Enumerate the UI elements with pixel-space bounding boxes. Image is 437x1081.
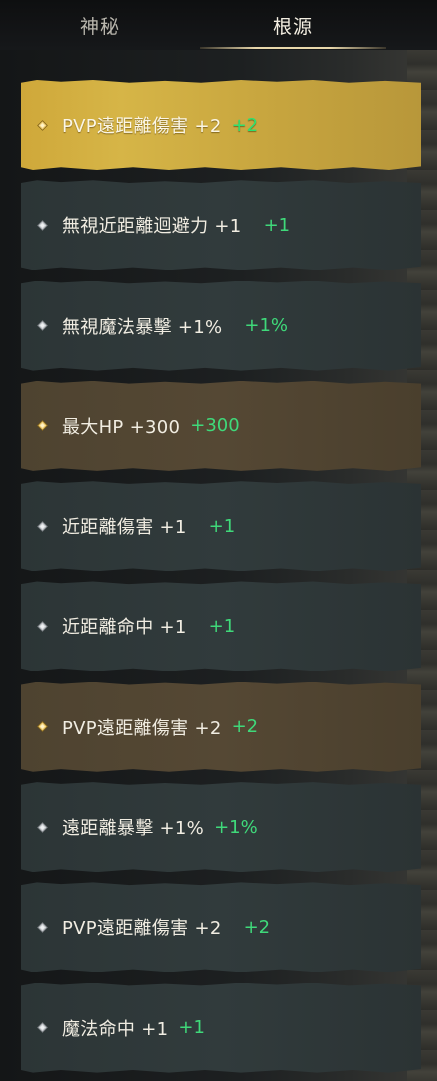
tab-origin[interactable]: 根源 [200,0,386,50]
stat-row[interactable]: PVP遠距離傷害 +2 +2 [21,882,421,973]
diamond-silver-icon [37,219,48,231]
stat-row[interactable]: PVP遠距離傷害 +2 +2 [21,681,421,772]
stat-bonus: +1% [244,315,288,337]
stat-row[interactable]: 無視魔法暴擊 +1% +1% [21,280,421,371]
stat-row[interactable]: 無視近距離迴避力 +1 +1 [21,180,421,271]
stat-label: 近距離命中 +1 [62,617,187,639]
diamond-silver-icon [37,621,48,632]
tab-bar-spacer [386,0,437,50]
stat-label: 魔法命中 +1 [62,1018,169,1040]
stat-bonus: +1 [208,515,236,537]
stat-row[interactable]: 最大HP +300 +300 [21,380,421,471]
stat-bonus: +1 [263,214,291,236]
tab-bar: 神秘 根源 [0,0,437,50]
stat-label: 無視魔法暴擊 +1% [62,316,223,338]
stats-panel: 神秘 根源 PVP遠距離傷害 +2 +2 無視近距離迴避力 +1 +1 無視魔法… [0,0,437,1081]
diamond-silver-icon [37,520,48,532]
diamond-gold-icon [37,119,48,131]
stat-bonus: +300 [190,415,240,437]
diamond-gold-icon [37,721,48,733]
stat-label: 無視近距離迴避力 +1 [62,216,242,238]
stat-label: 遠距離暴擊 +1% [62,818,205,840]
stat-bonus: +1% [214,816,258,838]
tab-mystery[interactable]: 神秘 [0,0,200,50]
stat-label: PVP遠距離傷害 +2 [62,717,222,739]
diamond-silver-icon [37,320,48,332]
stat-bonus: +1 [178,1017,205,1039]
stat-list: PVP遠距離傷害 +2 +2 無視近距離迴避力 +1 +1 無視魔法暴擊 +1%… [21,80,421,1081]
stat-bonus: +2 [231,716,259,738]
stat-label: 近距離傷害 +1 [62,517,187,539]
stat-label: 最大HP +300 [62,416,181,438]
stat-row[interactable]: 遠距離暴擊 +1% +1% [21,782,421,873]
stat-row[interactable]: 近距離傷害 +1 +1 [21,481,421,572]
stat-row[interactable]: PVP遠距離傷害 +2 +2 [21,80,421,170]
diamond-silver-icon [37,821,48,833]
stat-label: PVP遠距離傷害 +2 [62,116,222,137]
stat-bonus: +2 [243,916,271,938]
stat-row[interactable]: 魔法命中 +1 +1 [21,982,421,1073]
stat-bonus: +1 [208,615,236,637]
stat-label: PVP遠距離傷害 +2 [62,918,222,940]
diamond-silver-icon [37,1022,48,1034]
stat-bonus: +2 [231,114,259,136]
diamond-gold-icon [37,420,48,432]
diamond-silver-icon [37,921,48,933]
stat-row[interactable]: 近距離命中 +1 +1 [21,581,421,672]
